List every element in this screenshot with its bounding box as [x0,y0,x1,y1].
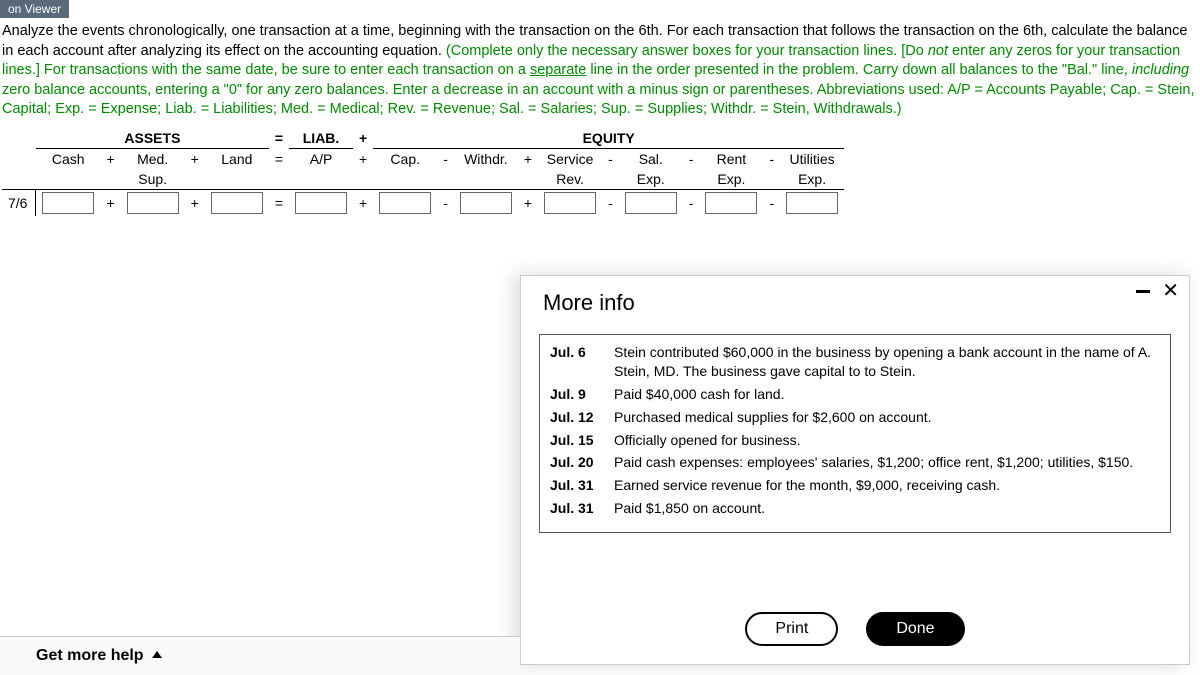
op-minus: - [602,189,619,216]
info-row: Jul. 6 Stein contributed $60,000 in the b… [550,343,1160,381]
more-info-modal: ✕ More info Jul. 6 Stein contributed $60,… [520,275,1190,665]
op-minus: - [763,189,780,216]
instr-green-1: (Complete only the necessary answer boxe… [446,43,928,59]
instructions-text: Analyze the events chronologically, one … [0,18,1200,126]
op-plus: + [518,189,538,216]
info-text: Officially opened for business. [614,431,801,450]
input-land[interactable] [211,192,263,214]
op-plus: + [353,189,373,216]
col-withdr: Withdr. [454,148,518,169]
col-util: Utilities [780,148,844,169]
input-med-sup[interactable] [127,192,179,214]
op-plus: + [185,189,205,216]
info-date: Jul. 9 [550,385,600,404]
input-withdr[interactable] [460,192,512,214]
col-rent: Rent [699,148,763,169]
liab-header: LIAB. [289,128,353,149]
info-date: Jul. 31 [550,499,600,518]
op-eq: = [269,148,289,169]
viewer-tab[interactable]: on Viewer [0,0,69,18]
info-box: Jul. 6 Stein contributed $60,000 in the b… [539,334,1171,533]
col-ap: A/P [289,148,353,169]
col-service: Service [538,148,602,169]
accounting-equation-table: ASSETS = LIAB. + EQUITY Cash + Med. + La… [2,128,844,216]
row-date: 7/6 [2,189,36,216]
col-exp-1: Exp. [619,169,683,190]
op-minus: - [437,148,454,169]
op-minus: - [683,148,700,169]
op-minus: - [763,148,780,169]
info-date: Jul. 31 [550,476,600,495]
minimize-icon[interactable] [1136,290,1150,293]
input-service-rev[interactable] [544,192,596,214]
modal-title: More info [543,290,1171,316]
input-sal-exp[interactable] [625,192,677,214]
info-date: Jul. 6 [550,343,600,381]
col-med: Med. [121,148,185,169]
info-date: Jul. 20 [550,453,600,472]
instr-not: not [928,43,948,59]
instr-green-3: line in the order presented in the probl… [586,62,1132,78]
col-exp-3: Exp. [780,169,844,190]
info-date: Jul. 12 [550,408,600,427]
instr-green-4: zero balance accounts, entering a "0" fo… [2,82,1195,118]
input-rent-exp[interactable] [705,192,757,214]
info-text: Paid $40,000 cash for land. [614,385,784,404]
info-row: Jul. 12 Purchased medical supplies for $2… [550,408,1160,427]
op-eq: = [269,189,289,216]
info-row: Jul. 20 Paid cash expenses: employees' sa… [550,453,1160,472]
op-plus: + [100,189,120,216]
op-plus: + [518,148,538,169]
col-cap: Cap. [373,148,437,169]
info-text: Paid cash expenses: employees' salaries,… [614,453,1133,472]
col-sup: Sup. [121,169,185,190]
col-land: Land [205,148,269,169]
op-minus: - [437,189,454,216]
plus-1: + [353,128,373,149]
input-cap[interactable] [379,192,431,214]
info-row: Jul. 9 Paid $40,000 cash for land. [550,385,1160,404]
info-date: Jul. 15 [550,431,600,450]
info-text: Earned service revenue for the month, $9… [614,476,1000,495]
col-sal: Sal. [619,148,683,169]
col-exp-2: Exp. [699,169,763,190]
op-plus: + [353,148,373,169]
close-icon[interactable]: ✕ [1162,284,1179,298]
instr-separate: separate [530,62,586,78]
info-row: Jul. 15 Officially opened for business. [550,431,1160,450]
help-label: Get more help [36,647,144,664]
info-text: Paid $1,850 on account. [614,499,765,518]
equals-1: = [269,128,289,149]
op-minus: - [683,189,700,216]
assets-header: ASSETS [36,128,269,149]
get-more-help-button[interactable]: Get more help [0,636,520,675]
input-cash[interactable] [42,192,94,214]
col-cash: Cash [36,148,101,169]
print-button[interactable]: Print [745,612,838,646]
input-util-exp[interactable] [786,192,838,214]
info-row: Jul. 31 Paid $1,850 on account. [550,499,1160,518]
col-rev: Rev. [538,169,602,190]
op-plus: + [185,148,205,169]
op-plus: + [100,148,120,169]
equity-header: EQUITY [373,128,844,149]
info-text: Stein contributed $60,000 in the busines… [614,343,1160,381]
caret-up-icon [152,651,162,658]
info-row: Jul. 31 Earned service revenue for the mo… [550,476,1160,495]
instr-including: including [1132,62,1189,78]
done-button[interactable]: Done [866,612,964,646]
input-ap[interactable] [295,192,347,214]
op-minus: - [602,148,619,169]
info-text: Purchased medical supplies for $2,600 on… [614,408,932,427]
